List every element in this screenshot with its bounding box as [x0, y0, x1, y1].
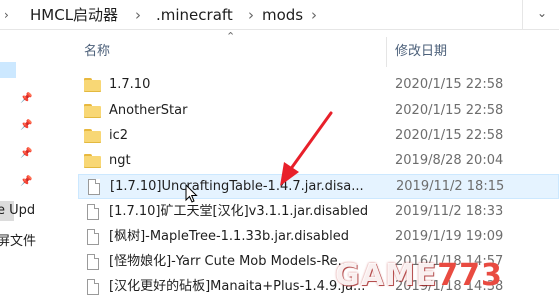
sort-ascending-icon: ⌃: [226, 30, 236, 43]
file-icon: [84, 254, 101, 270]
item-date: 2020/1/15 22:58: [395, 77, 504, 92]
list-item-file[interactable]: [1.7.10]矿工天堂[汉化]v3.1.1.jar.disabled 2019…: [78, 200, 559, 225]
navigation-pane[interactable]: 📌 📌 📌 📌 e Upd 屏文件: [0, 31, 42, 303]
item-name: [1.7.10]矿工天堂[汉化]v3.1.1.jar.disabled: [109, 204, 369, 219]
file-icon: [84, 204, 101, 220]
item-date: 2019/8/28 20:04: [395, 153, 504, 168]
cursor-icon: [185, 184, 198, 203]
list-item-folder[interactable]: ic2 2020/1/15 22:58: [78, 124, 559, 149]
address-dropdown-button[interactable]: ⌄: [522, 0, 559, 29]
item-date: 2019/11/2 18:15: [396, 179, 505, 194]
item-name: ic2: [109, 128, 129, 143]
nav-item-label[interactable]: 屏文件: [0, 230, 36, 249]
watermark-logo: GAME773: [335, 258, 503, 293]
item-name: AnotherStar: [109, 103, 188, 118]
address-bar[interactable]: › HMCL启动器 › .minecraft › mods › ⌄: [0, 0, 559, 30]
pin-icon[interactable]: 📌: [20, 120, 32, 132]
item-date: 2019/11/2 18:33: [395, 204, 504, 219]
file-icon: [84, 279, 101, 295]
nav-item-label[interactable]: e Upd: [0, 203, 35, 218]
breadcrumb[interactable]: › HMCL启动器 › .minecraft › mods ›: [0, 0, 520, 29]
breadcrumb-chevron-icon[interactable]: ›: [4, 6, 22, 24]
nav-selected-item[interactable]: [0, 62, 16, 78]
pin-icon[interactable]: 📌: [20, 148, 32, 160]
breadcrumb-separator-icon[interactable]: ›: [135, 6, 141, 24]
item-date: 2020/1/15 22:58: [395, 103, 504, 118]
item-date: 2019/1/19 19:09: [395, 229, 504, 244]
file-icon: [84, 229, 101, 245]
column-header-date[interactable]: 修改日期: [395, 43, 447, 61]
file-icon: [85, 179, 102, 195]
list-item-file[interactable]: [枫树]-MapleTree-1.1.33b.jar.disabled 2019…: [78, 225, 559, 250]
folder-icon: [84, 77, 101, 93]
column-divider[interactable]: [386, 37, 387, 67]
pin-icon[interactable]: 📌: [20, 93, 32, 105]
breadcrumb-hmcl[interactable]: HMCL启动器: [30, 6, 118, 24]
item-name: [1.7.10]UncraftingTable-1.4.7.jar.disa..…: [110, 179, 364, 194]
list-item-folder[interactable]: ngt 2019/8/28 20:04: [78, 149, 559, 174]
item-name: 1.7.10: [109, 77, 151, 92]
folder-icon: [84, 128, 101, 144]
breadcrumb-minecraft[interactable]: .minecraft: [156, 6, 233, 24]
pin-icon[interactable]: 📌: [20, 176, 32, 188]
item-date: 2020/1/15 22:58: [395, 128, 504, 143]
item-name: ngt: [109, 153, 131, 168]
folder-icon: [84, 153, 101, 169]
list-item-file-selected[interactable]: [1.7.10]UncraftingTable-1.4.7.jar.disa..…: [78, 174, 559, 199]
breadcrumb-separator-icon[interactable]: ›: [311, 6, 317, 24]
chevron-down-icon: ⌄: [537, 6, 548, 20]
column-header-name[interactable]: 名称: [84, 43, 110, 61]
folder-icon: [84, 103, 101, 119]
list-item-folder[interactable]: 1.7.10 2020/1/15 22:58: [78, 73, 559, 98]
item-name: [枫树]-MapleTree-1.1.33b.jar.disabled: [109, 229, 349, 244]
breadcrumb-separator-icon[interactable]: ›: [248, 6, 254, 24]
list-item-folder[interactable]: AnotherStar 2020/1/15 22:58: [78, 99, 559, 124]
breadcrumb-mods[interactable]: mods: [262, 6, 303, 24]
